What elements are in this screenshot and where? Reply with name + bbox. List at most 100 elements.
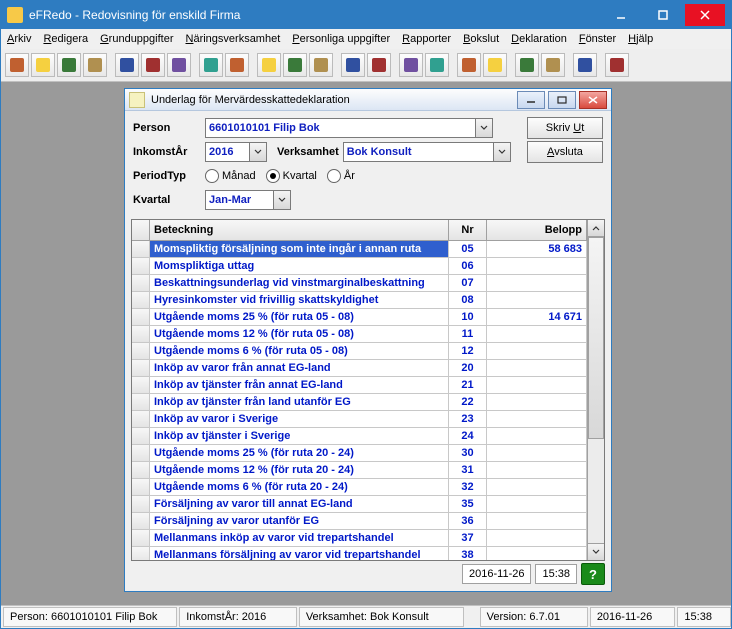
period-year-radio[interactable]: År xyxy=(327,169,355,183)
dialog-maximize-button[interactable] xyxy=(548,91,576,109)
toolbar-sheet4-icon[interactable] xyxy=(605,53,629,77)
table-row[interactable]: Momspliktiga uttag06 xyxy=(132,258,587,275)
status-time: 15:38 xyxy=(677,607,731,627)
toolbar-notes-icon[interactable] xyxy=(199,53,223,77)
table-row[interactable]: Försäljning av varor till annat EG-land3… xyxy=(132,496,587,513)
toolbar-book-yellow-icon[interactable] xyxy=(167,53,191,77)
quarter-label: Kvartal xyxy=(133,194,205,206)
footer-date: 2016-11-26 xyxy=(462,564,531,584)
menu-personliga uppgifter[interactable]: Personliga uppgifter xyxy=(292,33,390,45)
toolbar-bulb-icon[interactable] xyxy=(31,53,55,77)
toolbar-safe-icon[interactable] xyxy=(399,53,423,77)
vat-grid: Beteckning Nr Belopp Momspliktig försälj… xyxy=(131,219,605,561)
table-row[interactable]: Beskattningsunderlag vid vinstmarginalbe… xyxy=(132,275,587,292)
toolbar-sheet-icon[interactable] xyxy=(257,53,281,77)
quarter-combo[interactable]: Jan-Mar xyxy=(205,190,291,210)
table-row[interactable]: Utgående moms 12 % (för ruta 05 - 08)11 xyxy=(132,326,587,343)
table-row[interactable]: Inköp av tjänster i Sverige24 xyxy=(132,428,587,445)
table-row[interactable]: Utgående moms 25 % (för ruta 20 - 24)30 xyxy=(132,445,587,462)
toolbar-person-icon[interactable] xyxy=(57,53,81,77)
toolbar-sheet3-icon[interactable] xyxy=(309,53,333,77)
menu-deklaration[interactable]: Deklaration xyxy=(511,33,567,45)
menu-arkiv[interactable]: Arkiv xyxy=(7,33,31,45)
toolbar-book-blue-icon[interactable] xyxy=(115,53,139,77)
table-row[interactable]: Inköp av varor från annat EG-land20 xyxy=(132,360,587,377)
toolbar-scroll-icon[interactable] xyxy=(573,53,597,77)
toolbar-safe2-icon[interactable] xyxy=(425,53,449,77)
main-window: eFRedo - Redovisning för enskild Firma A… xyxy=(0,0,732,629)
col-belopp[interactable]: Belopp xyxy=(487,220,587,240)
status-person: Person: 6601010101 Filip Bok xyxy=(3,607,177,627)
chevron-down-icon[interactable] xyxy=(249,143,266,161)
toolbar-chart-icon[interactable] xyxy=(457,53,481,77)
table-row[interactable]: Hyresinkomster vid frivillig skattskyldi… xyxy=(132,292,587,309)
titlebar: eFRedo - Redovisning för enskild Firma xyxy=(1,1,731,29)
status-version: Version: 6.7.01 xyxy=(480,607,588,627)
period-quarter-radio[interactable]: Kvartal xyxy=(266,169,317,183)
table-row[interactable]: Momspliktig försäljning som inte ingår i… xyxy=(132,241,587,258)
col-beteckning[interactable]: Beteckning xyxy=(150,220,449,240)
dialog-titlebar: Underlag för Mervärdesskattedeklaration xyxy=(125,89,611,111)
chevron-down-icon[interactable] xyxy=(493,143,510,161)
business-label: Verksamhet xyxy=(277,146,339,158)
close-dialog-button[interactable]: Avsluta xyxy=(527,141,603,163)
table-row[interactable]: Inköp av varor i Sverige23 xyxy=(132,411,587,428)
maximize-button[interactable] xyxy=(643,4,683,26)
toolbar-calc-icon[interactable] xyxy=(515,53,539,77)
help-button[interactable]: ? xyxy=(581,563,605,585)
grid-scrollbar[interactable] xyxy=(587,220,604,560)
col-nr[interactable]: Nr xyxy=(449,220,487,240)
footer-time: 15:38 xyxy=(535,564,577,584)
menu-grunduppgifter[interactable]: Grunduppgifter xyxy=(100,33,173,45)
chevron-down-icon[interactable] xyxy=(273,191,290,209)
person-label: Person xyxy=(133,122,205,134)
menu-hjälp[interactable]: Hjälp xyxy=(628,33,653,45)
status-business: Verksamhet: Bok Konsult xyxy=(299,607,464,627)
dialog-minimize-button[interactable] xyxy=(517,91,545,109)
year-combo[interactable]: 2016 xyxy=(205,142,267,162)
table-row[interactable]: Utgående moms 6 % (för ruta 05 - 08)12 xyxy=(132,343,587,360)
table-row[interactable]: Mellanmans försäljning av varor vid trep… xyxy=(132,547,587,560)
dialog-form: Person 6601010101 Filip Bok Skriv Ut Ink… xyxy=(125,111,611,217)
toolbar xyxy=(1,49,731,82)
table-row[interactable]: Inköp av tjänster från land utanför EG22 xyxy=(132,394,587,411)
table-row[interactable]: Inköp av tjänster från annat EG-land21 xyxy=(132,377,587,394)
print-button[interactable]: Skriv Ut xyxy=(527,117,603,139)
scroll-thumb[interactable] xyxy=(588,237,604,439)
toolbar-notes2-icon[interactable] xyxy=(225,53,249,77)
menu-fönster[interactable]: Fönster xyxy=(579,33,616,45)
table-row[interactable]: Utgående moms 25 % (för ruta 05 - 08)101… xyxy=(132,309,587,326)
app-title: eFRedo - Redovisning för enskild Firma xyxy=(29,8,599,22)
dialog-close-button[interactable] xyxy=(579,91,607,109)
table-row[interactable]: Utgående moms 12 % (för ruta 20 - 24)31 xyxy=(132,462,587,479)
app-icon xyxy=(7,7,23,23)
chevron-down-icon[interactable] xyxy=(475,119,492,137)
scroll-down-button[interactable] xyxy=(588,543,604,560)
toolbar-bars-icon[interactable] xyxy=(483,53,507,77)
toolbar-balance-icon[interactable] xyxy=(83,53,107,77)
menu-bokslut[interactable]: Bokslut xyxy=(463,33,499,45)
toolbar-sheet-edit-icon[interactable] xyxy=(283,53,307,77)
status-date: 2016-11-26 xyxy=(590,607,676,627)
menu-näringsverksamhet[interactable]: Näringsverksamhet xyxy=(186,33,281,45)
table-row[interactable]: Mellanmans inköp av varor vid trepartsha… xyxy=(132,530,587,547)
close-button[interactable] xyxy=(685,4,725,26)
menu-rapporter[interactable]: Rapporter xyxy=(402,33,451,45)
toolbar-folder-icon[interactable] xyxy=(341,53,365,77)
statusbar: Person: 6601010101 Filip Bok InkomstÅr: … xyxy=(1,605,731,628)
period-month-radio[interactable]: Månad xyxy=(205,169,256,183)
person-combo[interactable]: 6601010101 Filip Bok xyxy=(205,118,493,138)
table-row[interactable]: Försäljning av varor utanför EG36 xyxy=(132,513,587,530)
grid-corner xyxy=(132,220,150,240)
minimize-button[interactable] xyxy=(601,4,641,26)
scroll-up-button[interactable] xyxy=(588,220,604,237)
vat-dialog: Underlag för Mervärdesskattedeklaration … xyxy=(124,88,612,592)
table-row[interactable]: Utgående moms 6 % (för ruta 20 - 24)32 xyxy=(132,479,587,496)
toolbar-folder2-icon[interactable] xyxy=(367,53,391,77)
menu-redigera[interactable]: Redigera xyxy=(43,33,88,45)
menubar: Arkiv Redigera Grunduppgifter Näringsverksa… xyxy=(1,29,731,49)
toolbar-book-open-icon[interactable] xyxy=(541,53,565,77)
business-combo[interactable]: Bok Konsult xyxy=(343,142,511,162)
toolbar-cabinet-icon[interactable] xyxy=(5,53,29,77)
toolbar-books-icon[interactable] xyxy=(141,53,165,77)
